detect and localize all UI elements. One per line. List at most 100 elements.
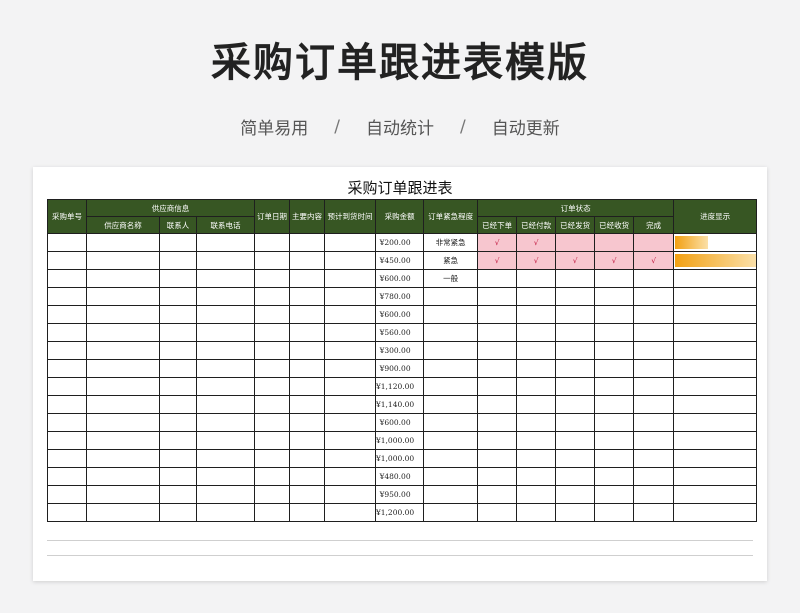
phone-cell[interactable] <box>196 359 255 378</box>
contact-cell[interactable] <box>159 467 197 486</box>
eta-cell[interactable] <box>324 413 376 432</box>
progress-cell[interactable] <box>673 233 758 252</box>
progress-cell[interactable] <box>673 287 758 306</box>
main-content-cell[interactable] <box>289 449 325 468</box>
received-check-cell[interactable]: √ <box>594 251 635 270</box>
received-check-cell[interactable] <box>594 287 635 306</box>
placed-check-cell[interactable] <box>477 431 518 450</box>
supplier-name-cell[interactable] <box>86 395 160 414</box>
progress-cell[interactable] <box>673 305 758 324</box>
contact-cell[interactable] <box>159 305 197 324</box>
paid-check-cell[interactable] <box>516 377 557 396</box>
order-date-cell[interactable] <box>254 503 290 522</box>
progress-cell[interactable] <box>673 359 758 378</box>
contact-cell[interactable] <box>159 503 197 522</box>
contact-cell[interactable] <box>159 449 197 468</box>
placed-check-cell[interactable] <box>477 305 518 324</box>
urgency-cell[interactable] <box>423 503 479 522</box>
received-check-cell[interactable] <box>594 449 635 468</box>
contact-cell[interactable] <box>159 431 197 450</box>
paid-check-cell[interactable]: √ <box>516 251 557 270</box>
eta-cell[interactable] <box>324 503 376 522</box>
shipped-check-cell[interactable] <box>555 323 596 342</box>
supplier-name-cell[interactable] <box>86 449 160 468</box>
paid-check-cell[interactable] <box>516 341 557 360</box>
shipped-check-cell[interactable] <box>555 395 596 414</box>
urgency-cell[interactable]: 紧急 <box>423 251 479 270</box>
amount-cell[interactable]: ¥300.00 <box>374 341 425 360</box>
shipped-check-cell[interactable] <box>555 287 596 306</box>
po-number-cell[interactable] <box>47 269 87 288</box>
received-check-cell[interactable] <box>594 233 635 252</box>
received-check-cell[interactable] <box>594 485 635 504</box>
urgency-cell[interactable] <box>423 413 479 432</box>
placed-check-cell[interactable] <box>477 503 518 522</box>
placed-check-cell[interactable] <box>477 287 518 306</box>
shipped-check-cell[interactable] <box>555 413 596 432</box>
amount-cell[interactable]: ¥200.00 <box>374 233 425 252</box>
placed-check-cell[interactable] <box>477 359 518 378</box>
supplier-name-cell[interactable] <box>86 413 160 432</box>
main-content-cell[interactable] <box>289 503 325 522</box>
order-date-cell[interactable] <box>254 305 290 324</box>
amount-cell[interactable]: ¥1,000.00 <box>374 449 425 468</box>
received-check-cell[interactable] <box>594 359 635 378</box>
progress-cell[interactable] <box>673 341 758 360</box>
paid-check-cell[interactable] <box>516 449 557 468</box>
contact-cell[interactable] <box>159 287 197 306</box>
received-check-cell[interactable] <box>594 395 635 414</box>
urgency-cell[interactable] <box>423 323 479 342</box>
main-content-cell[interactable] <box>289 395 325 414</box>
urgency-cell[interactable] <box>423 449 479 468</box>
urgency-cell[interactable] <box>423 485 479 504</box>
paid-check-cell[interactable] <box>516 359 557 378</box>
paid-check-cell[interactable] <box>516 323 557 342</box>
placed-check-cell[interactable] <box>477 485 518 504</box>
phone-cell[interactable] <box>196 467 255 486</box>
order-date-cell[interactable] <box>254 251 290 270</box>
amount-cell[interactable]: ¥1,200.00 <box>374 503 425 522</box>
done-check-cell[interactable] <box>633 449 675 468</box>
received-check-cell[interactable] <box>594 431 635 450</box>
received-check-cell[interactable] <box>594 503 635 522</box>
po-number-cell[interactable] <box>47 431 87 450</box>
urgency-cell[interactable] <box>423 467 479 486</box>
progress-cell[interactable] <box>673 467 758 486</box>
done-check-cell[interactable] <box>633 431 675 450</box>
done-check-cell[interactable] <box>633 269 675 288</box>
progress-cell[interactable] <box>673 449 758 468</box>
order-date-cell[interactable] <box>254 323 290 342</box>
supplier-name-cell[interactable] <box>86 305 160 324</box>
received-check-cell[interactable] <box>594 305 635 324</box>
main-content-cell[interactable] <box>289 467 325 486</box>
contact-cell[interactable] <box>159 413 197 432</box>
main-content-cell[interactable] <box>289 485 325 504</box>
placed-check-cell[interactable] <box>477 413 518 432</box>
progress-cell[interactable] <box>673 431 758 450</box>
contact-cell[interactable] <box>159 395 197 414</box>
amount-cell[interactable]: ¥1,120.00 <box>374 377 425 396</box>
shipped-check-cell[interactable] <box>555 269 596 288</box>
contact-cell[interactable] <box>159 269 197 288</box>
phone-cell[interactable] <box>196 269 255 288</box>
progress-cell[interactable] <box>673 395 758 414</box>
order-date-cell[interactable] <box>254 341 290 360</box>
done-check-cell[interactable] <box>633 467 675 486</box>
main-content-cell[interactable] <box>289 305 325 324</box>
main-content-cell[interactable] <box>289 287 325 306</box>
paid-check-cell[interactable] <box>516 503 557 522</box>
urgency-cell[interactable] <box>423 395 479 414</box>
contact-cell[interactable] <box>159 359 197 378</box>
po-number-cell[interactable] <box>47 485 87 504</box>
done-check-cell[interactable] <box>633 341 675 360</box>
urgency-cell[interactable] <box>423 341 479 360</box>
po-number-cell[interactable] <box>47 341 87 360</box>
placed-check-cell[interactable]: √ <box>477 233 518 252</box>
eta-cell[interactable] <box>324 323 376 342</box>
amount-cell[interactable]: ¥1,000.00 <box>374 431 425 450</box>
supplier-name-cell[interactable] <box>86 233 160 252</box>
done-check-cell[interactable] <box>633 503 675 522</box>
eta-cell[interactable] <box>324 251 376 270</box>
received-check-cell[interactable] <box>594 413 635 432</box>
phone-cell[interactable] <box>196 395 255 414</box>
